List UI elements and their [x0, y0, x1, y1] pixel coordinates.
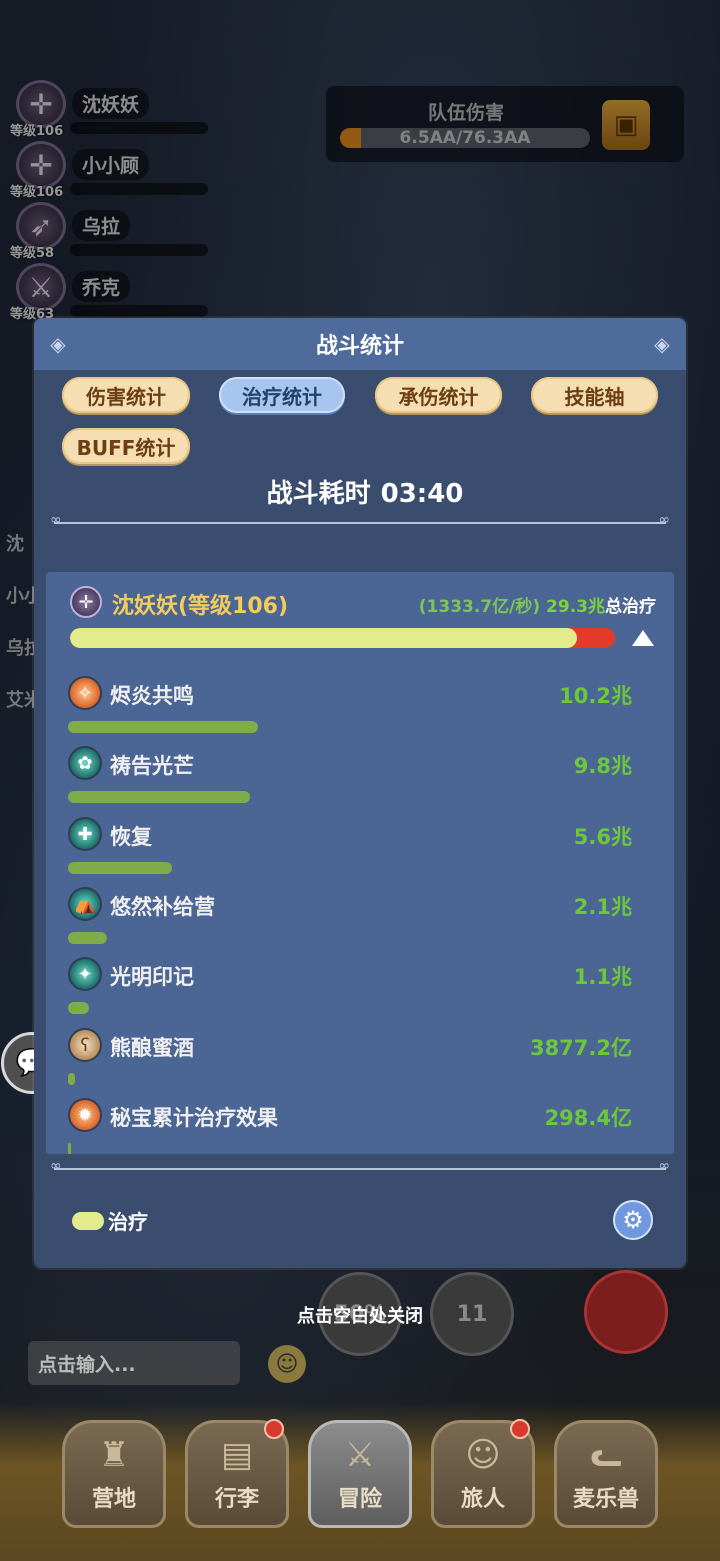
backpack-icon: ▤: [220, 1435, 254, 1475]
skill-name: 悠然补给营: [110, 895, 215, 919]
skill-name: 恢复: [110, 825, 152, 849]
nav-label: 冒险: [337, 1487, 382, 1512]
character-heal-fill: [70, 628, 577, 648]
skill-value: 9.8兆: [573, 754, 632, 778]
skill-name: 光明印记: [110, 965, 194, 989]
tab-damage-stats[interactable]: 伤害统计: [62, 377, 190, 413]
corner-ornament-icon: ◈: [50, 332, 66, 356]
nav-travelers[interactable]: ☺ 旅人: [431, 1419, 535, 1528]
legend: 治疗: [72, 1206, 148, 1235]
heal-rate: (1333.7亿/秒): [418, 597, 541, 617]
nav-adventure[interactable]: ⚔ 冒险: [308, 1420, 412, 1528]
character-summary[interactable]: ✛ 沈妖妖(等级106) (1333.7亿/秒) 29.3兆总治疗: [46, 586, 674, 656]
notification-badge: [264, 1419, 284, 1439]
skill-row[interactable]: ʕ 熊酿蜜酒 3877.2亿: [46, 1028, 674, 1098]
tab-damage-taken-stats[interactable]: 承伤统计: [375, 377, 502, 413]
light-mark-icon: ✦: [68, 957, 102, 991]
divider: [50, 512, 670, 528]
dialog-header: ◈ 战斗统计 ◈: [34, 318, 686, 370]
character-name: 沈妖妖(等级106): [112, 594, 289, 619]
character-heal-bar: [70, 628, 615, 648]
nav-luggage[interactable]: ▤ 行李: [185, 1419, 289, 1528]
skill-name: 熊酿蜜酒: [110, 1036, 194, 1060]
bear-mead-icon: ʕ: [68, 1028, 102, 1062]
treasure-heal-icon: ✹: [68, 1098, 102, 1132]
skill-row[interactable]: ✦ 光明印记 1.1兆: [46, 957, 674, 1027]
battle-stats-dialog: ◈ 战斗统计 ◈ 伤害统计 治疗统计 承伤统计 技能轴 BUFF统计 战斗耗时 0…: [34, 318, 686, 1268]
recovery-icon: ✚: [68, 817, 102, 851]
fox-pet-icon: ᓚ: [590, 1435, 622, 1475]
skill-value: 1.1兆: [573, 965, 632, 989]
skill-name: 祷告光芒: [110, 754, 194, 778]
divider: [50, 1158, 670, 1174]
flame-resonance-icon: ✧: [68, 676, 102, 710]
skill-row[interactable]: ✿ 祷告光芒 9.8兆: [46, 746, 674, 816]
skill-bar: [68, 932, 107, 944]
skill-value: 298.4亿: [544, 1106, 632, 1130]
skill-bar: [68, 862, 172, 874]
nav-camp[interactable]: ♜ 营地: [62, 1420, 166, 1528]
skill-row[interactable]: ✚ 恢复 5.6兆: [46, 817, 674, 887]
notification-badge: [510, 1419, 530, 1439]
emoji-button[interactable]: ☺: [268, 1345, 306, 1383]
castle-icon: ♜: [98, 1435, 130, 1475]
duration-value: 03:40: [380, 479, 464, 509]
legend-label: 治疗: [108, 1210, 148, 1234]
nav-pets[interactable]: ᓚ 麦乐兽: [554, 1420, 658, 1528]
collapse-triangle-icon[interactable]: [632, 630, 654, 646]
heal-total: 29.3兆: [546, 597, 605, 617]
skill-row[interactable]: ⛺ 悠然补给营 2.1兆: [46, 887, 674, 957]
skill-bar: [68, 721, 258, 733]
prayer-light-icon: ✿: [68, 746, 102, 780]
skill-row[interactable]: ✧ 烬炎共鸣 10.2兆: [46, 676, 674, 746]
heal-total-label: 总治疗: [605, 597, 656, 617]
smiley-icon: ☺: [275, 1351, 299, 1377]
gear-icon: ⚙: [622, 1206, 644, 1234]
nav-label: 营地: [91, 1487, 136, 1512]
legend-swatch: [72, 1211, 104, 1230]
skill-value: 10.2兆: [559, 684, 632, 708]
dialog-title: 战斗统计: [315, 334, 404, 359]
tab-healing-stats[interactable]: 治疗统计: [219, 377, 345, 413]
healing-stats-panel[interactable]: ✛ 沈妖妖(等级106) (1333.7亿/秒) 29.3兆总治疗 ✧ 烬炎共鸣…: [46, 572, 674, 1154]
traveler-portrait-icon: ☺: [465, 1435, 501, 1475]
nav-label: 行李: [214, 1487, 259, 1512]
tab-skill-timeline[interactable]: 技能轴: [531, 377, 658, 413]
skill-name: 烬炎共鸣: [110, 684, 194, 708]
skill-bar: [68, 1143, 71, 1154]
skill-value: 3877.2亿: [529, 1036, 632, 1060]
tab-buff-stats[interactable]: BUFF统计: [62, 428, 190, 464]
supply-camp-icon: ⛺: [68, 887, 102, 921]
skill-bar: [68, 1073, 75, 1085]
skill-value: 2.1兆: [573, 895, 632, 919]
duration-label: 战斗耗时: [266, 479, 371, 509]
bottom-nav: ♜ 营地 ▤ 行李 ⚔ 冒险 ☺ 旅人 ᓚ 麦乐兽: [0, 1402, 720, 1561]
skill-row[interactable]: ✹ 秘宝累计治疗效果 298.4亿: [46, 1098, 674, 1154]
skill-value: 5.6兆: [573, 825, 632, 849]
battle-duration: 战斗耗时 03:40: [34, 473, 686, 510]
skill-name: 秘宝累计治疗效果: [110, 1106, 278, 1130]
corner-ornament-icon: ◈: [654, 332, 670, 356]
skill-bar: [68, 1002, 89, 1014]
crosshair-class-icon: ✛: [70, 586, 102, 618]
skill-bar: [68, 791, 250, 803]
crossed-swords-icon: ⚔: [344, 1435, 376, 1475]
chat-input[interactable]: 点击输入...: [28, 1341, 240, 1385]
nav-label: 旅人: [460, 1487, 505, 1512]
close-hint: 点击空白处关闭: [297, 1306, 423, 1327]
nav-label: 麦乐兽: [572, 1487, 639, 1512]
character-heal-stats: (1333.7亿/秒) 29.3兆总治疗: [419, 592, 656, 617]
settings-gear-button[interactable]: ⚙: [613, 1200, 653, 1240]
